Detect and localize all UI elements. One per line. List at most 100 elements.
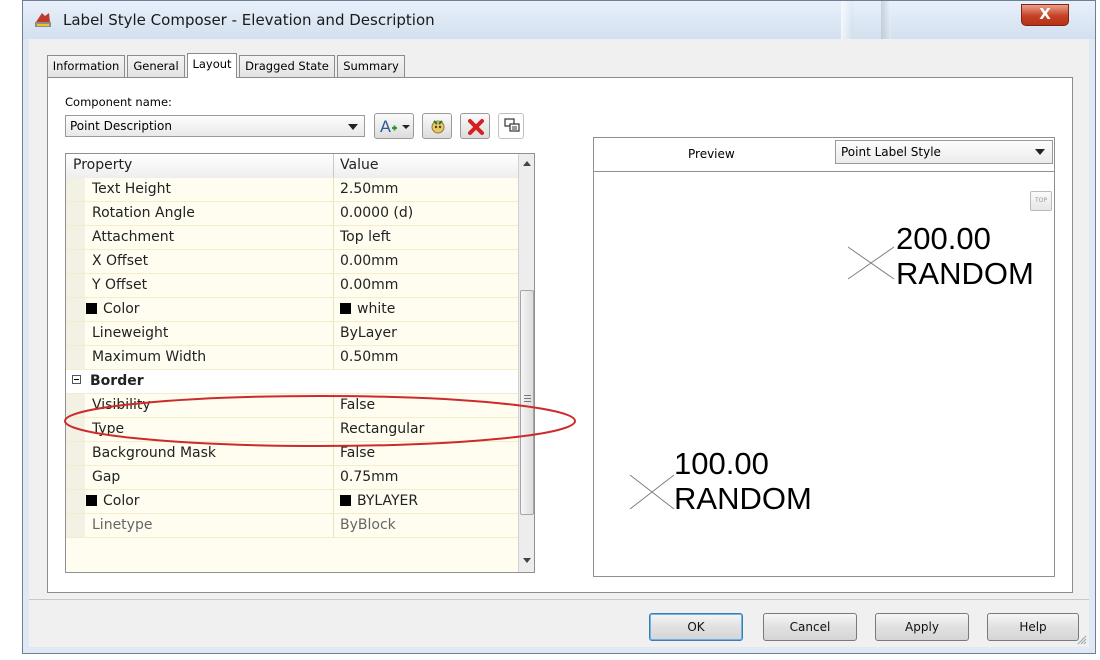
property-value[interactable]: 2.50mm: [340, 181, 398, 197]
component-name-value: Point Description: [70, 119, 172, 133]
row-divider: [333, 514, 334, 537]
point-marker-icon: [847, 246, 895, 280]
property-value[interactable]: False: [340, 397, 375, 413]
property-value[interactable]: 0.00mm: [340, 253, 398, 269]
component-name-select[interactable]: Point Description: [65, 115, 365, 137]
top-view-button[interactable]: TOP: [1030, 191, 1052, 211]
tab-dragged-state[interactable]: Dragged State: [239, 55, 335, 77]
property-row[interactable]: Type Rectangular: [66, 418, 518, 442]
preview-header: Preview Point Label Style: [594, 138, 1054, 172]
property-row-color[interactable]: Color BYLAYER: [66, 490, 518, 514]
point-elevation: 100.00: [674, 446, 769, 481]
property-row[interactable]: X Offset 0.00mm: [66, 250, 518, 274]
preview-style-select[interactable]: Point Label Style: [835, 140, 1053, 164]
titlebar-glass-highlight: [841, 1, 853, 39]
color-swatch-icon: [86, 495, 97, 506]
grip-icon: [524, 395, 531, 396]
preview-style-value: Point Label Style: [841, 145, 941, 159]
dialog-window: Label Style Composer - Elevation and Des…: [22, 0, 1096, 654]
point-elevation: 200.00: [896, 221, 991, 256]
category-row-border[interactable]: Border: [66, 370, 518, 394]
copy-component-button[interactable]: [422, 113, 452, 139]
point-description: RANDOM: [674, 481, 812, 516]
property-grid-header: Property Value: [66, 154, 518, 179]
property-name: X Offset: [92, 253, 149, 269]
collapse-toggle-icon[interactable]: [72, 375, 81, 384]
property-value[interactable]: ByLayer: [340, 325, 397, 341]
top-view-icon: TOP: [1034, 197, 1047, 204]
property-value[interactable]: False: [340, 445, 375, 461]
row-gutter: [66, 250, 85, 273]
category-name: Border: [90, 373, 144, 389]
column-header-value[interactable]: Value: [340, 157, 378, 173]
tab-layout[interactable]: Layout: [187, 53, 237, 78]
property-value[interactable]: 0.0000 (d): [340, 205, 413, 221]
property-row[interactable]: Background Mask False: [66, 442, 518, 466]
row-divider: [333, 274, 334, 297]
property-row[interactable]: Visibility False: [66, 394, 518, 418]
property-row[interactable]: Lineweight ByLayer: [66, 322, 518, 346]
property-row[interactable]: Attachment Top left: [66, 226, 518, 250]
row-gutter: [66, 466, 85, 489]
column-divider[interactable]: [333, 154, 334, 178]
property-value-with-swatch[interactable]: BYLAYER: [340, 493, 418, 509]
property-value-with-swatch[interactable]: white: [340, 301, 395, 317]
help-button[interactable]: Help: [987, 613, 1079, 641]
scrollbar-thumb[interactable]: [520, 290, 534, 515]
component-draw-order-button[interactable]: [498, 113, 524, 139]
preview-label: Preview: [688, 147, 735, 161]
property-value[interactable]: ByBlock: [340, 517, 396, 533]
property-value[interactable]: Rectangular: [340, 421, 424, 437]
property-name: Visibility: [92, 397, 151, 413]
close-button[interactable]: X: [1021, 4, 1069, 26]
row-gutter: [66, 442, 85, 465]
scroll-down-arrow-icon[interactable]: [523, 558, 531, 563]
row-divider: [333, 442, 334, 465]
window-title: Label Style Composer - Elevation and Des…: [63, 11, 435, 29]
row-gutter: [66, 322, 85, 345]
property-row-color[interactable]: Color white: [66, 298, 518, 322]
property-name: Attachment: [92, 229, 175, 245]
scroll-up-arrow-icon[interactable]: [523, 161, 531, 166]
row-gutter: [66, 274, 85, 297]
row-gutter: [66, 298, 85, 321]
tab-summary[interactable]: Summary: [337, 55, 405, 77]
row-gutter: [66, 346, 85, 369]
property-row[interactable]: Text Height 2.50mm: [66, 178, 518, 202]
property-value: white: [357, 301, 396, 317]
property-row-maximum-width[interactable]: Maximum Width 0.50mm: [66, 346, 518, 370]
apply-button[interactable]: Apply: [875, 613, 969, 641]
color-swatch-icon: [340, 303, 351, 314]
property-row[interactable]: Gap 0.75mm: [66, 466, 518, 490]
property-value[interactable]: 0.75mm: [340, 469, 398, 485]
property-row[interactable]: Linetype ByBlock: [66, 514, 518, 538]
tab-information[interactable]: Information: [47, 55, 125, 77]
property-row[interactable]: Y Offset 0.00mm: [66, 274, 518, 298]
button-bar-divider: [29, 599, 1089, 600]
preview-pane: Preview Point Label Style TOP 200.00 RAN…: [593, 137, 1055, 577]
tab-general[interactable]: General: [127, 55, 185, 77]
delete-icon: [468, 119, 484, 135]
create-text-component-button[interactable]: A: [374, 113, 414, 139]
titlebar-glass-shade: [881, 1, 891, 39]
point-label-2: 100.00 RANDOM: [674, 446, 812, 516]
resize-grip-icon[interactable]: [1075, 633, 1087, 645]
column-header-property[interactable]: Property: [73, 157, 132, 173]
cancel-button[interactable]: Cancel: [763, 613, 857, 641]
property-name: Y Offset: [92, 277, 148, 293]
dialog-client-area: Information General Layout Dragged State…: [29, 39, 1089, 647]
row-divider: [333, 250, 334, 273]
property-row[interactable]: Rotation Angle 0.0000 (d): [66, 202, 518, 226]
component-order-icon: [504, 118, 520, 132]
title-bar[interactable]: Label Style Composer - Elevation and Des…: [23, 1, 1095, 39]
property-value[interactable]: 0.00mm: [340, 277, 398, 293]
point-description: RANDOM: [896, 256, 1034, 291]
delete-component-button[interactable]: [460, 113, 490, 139]
property-name: Gap: [92, 469, 121, 485]
property-grid-scrollbar[interactable]: [518, 154, 534, 572]
row-divider: [333, 226, 334, 249]
property-value[interactable]: Top left: [340, 229, 391, 245]
copy-component-icon: [431, 120, 445, 134]
ok-button[interactable]: OK: [649, 613, 743, 641]
property-value[interactable]: 0.50mm: [340, 349, 398, 365]
